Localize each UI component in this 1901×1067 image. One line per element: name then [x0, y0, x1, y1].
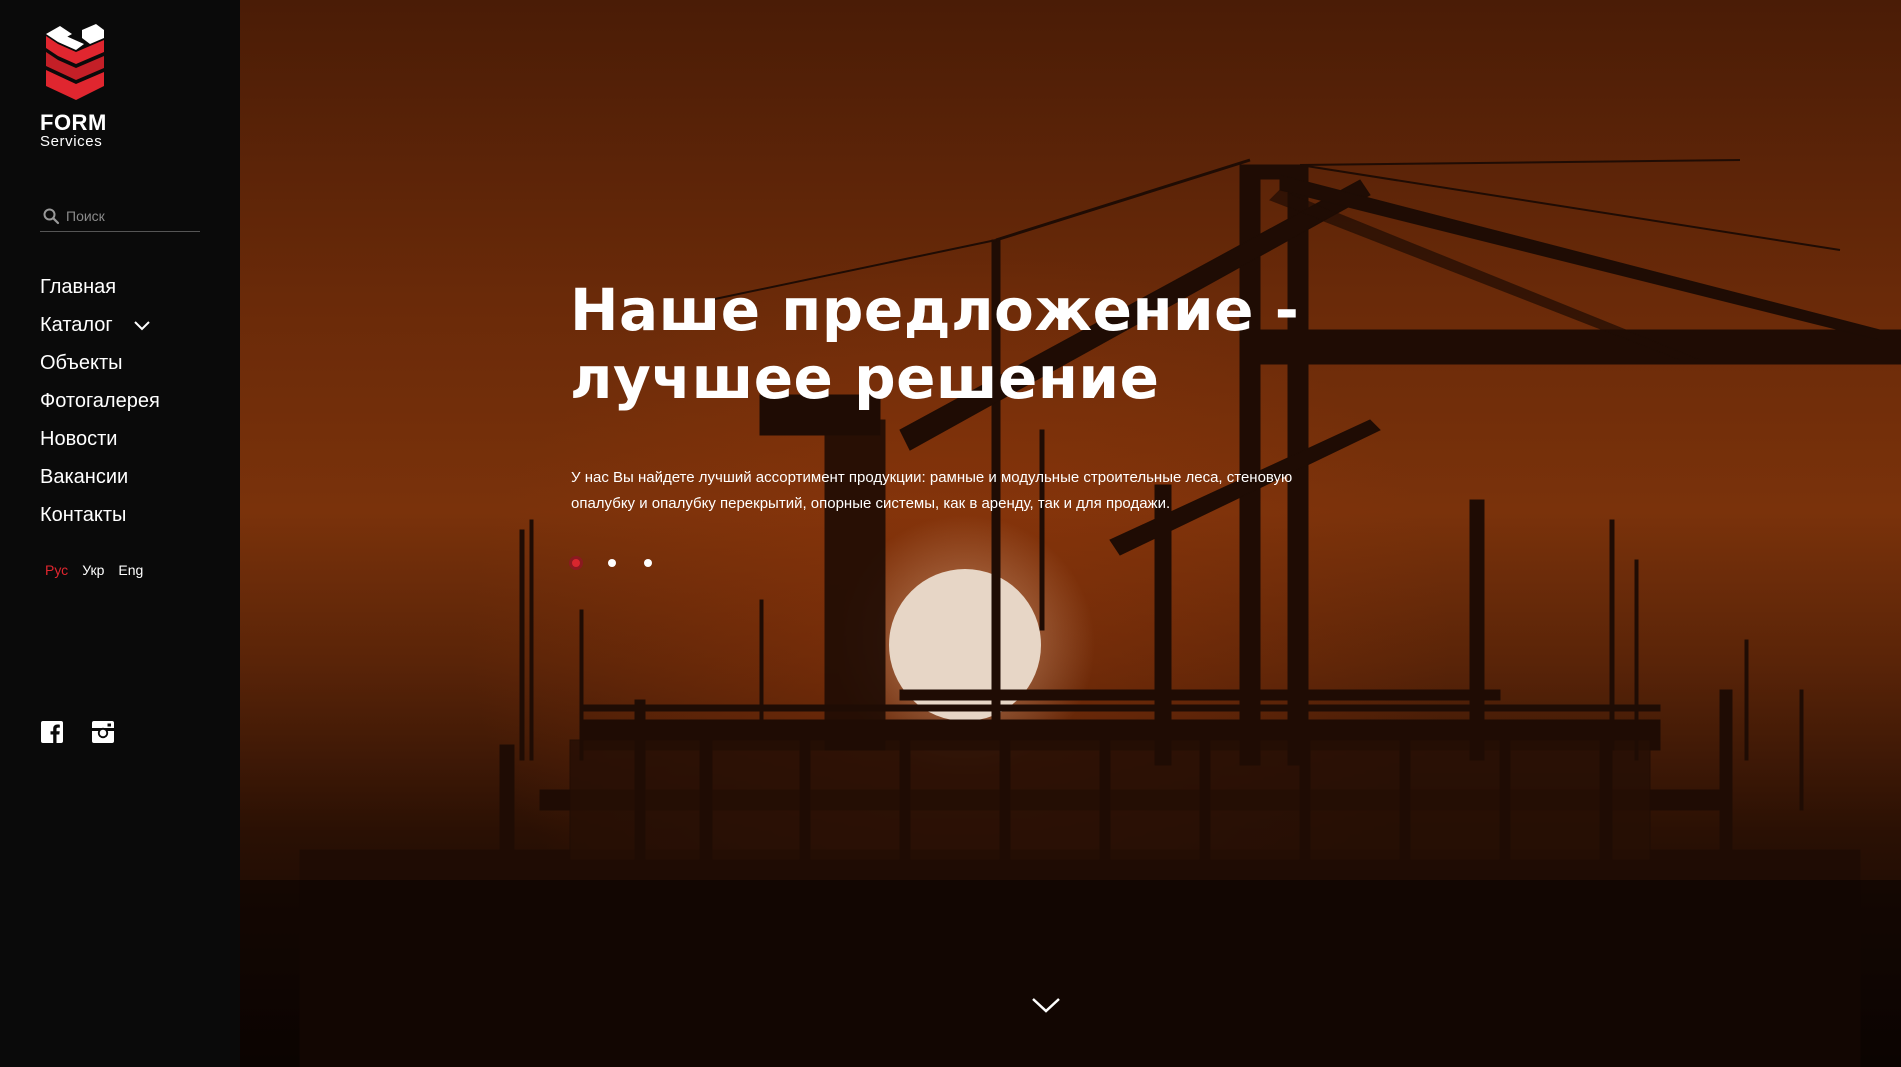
- nav-item-label: Фотогалерея: [40, 390, 160, 412]
- hero-title: Наше предложение - лучшее решение: [570, 276, 1370, 412]
- hero-description-line-1: У нас Вы найдете лучший ассортимент прод…: [571, 469, 1293, 486]
- logo-subtitle: Services: [40, 133, 103, 150]
- nav-item-vacancies[interactable]: Вакансии: [40, 458, 160, 496]
- logo[interactable]: FORM Services: [40, 24, 110, 149]
- facebook-icon[interactable]: [40, 720, 64, 744]
- lang-uk[interactable]: Укр: [82, 562, 104, 578]
- slider-pagination: [569, 556, 652, 570]
- lang-ru[interactable]: Рус: [45, 562, 68, 578]
- hero-title-line-2: лучшее решение: [570, 344, 1160, 412]
- nav-item-label: Контакты: [40, 504, 127, 526]
- nav-item-contacts[interactable]: Контакты: [40, 496, 160, 534]
- lang-en[interactable]: Eng: [118, 562, 143, 578]
- main-nav: Главная Каталог Объекты Фотогалерея Ново…: [40, 268, 160, 534]
- sidebar: FORM Services Главная Каталог Объекты Фо…: [0, 0, 240, 1067]
- hero-slider: Наше предложение - лучшее решение У нас …: [240, 0, 1901, 1067]
- hero-title-line-1: Наше предложение -: [570, 276, 1300, 344]
- nav-item-label: Главная: [40, 276, 117, 298]
- hero-description: У нас Вы найдете лучший ассортимент прод…: [571, 465, 1371, 517]
- hero-background-image: [240, 158, 1901, 1067]
- search-input[interactable]: [66, 207, 196, 224]
- instagram-icon[interactable]: [91, 720, 115, 744]
- hero-description-line-2: опалубку и опалубку перекрытий, опорные …: [571, 495, 1171, 512]
- nav-item-label: Объекты: [40, 352, 123, 374]
- search-box[interactable]: [40, 200, 200, 232]
- nav-item-objects[interactable]: Объекты: [40, 344, 160, 382]
- slider-dot-1[interactable]: [569, 556, 583, 570]
- scroll-down-chevron-icon[interactable]: [1030, 995, 1062, 1015]
- search-icon[interactable]: [42, 207, 60, 225]
- nav-item-label: Вакансии: [40, 466, 129, 488]
- chevron-down-icon[interactable]: [133, 316, 151, 334]
- slider-dot-2[interactable]: [608, 559, 616, 567]
- nav-item-news[interactable]: Новости: [40, 420, 160, 458]
- logo-title: FORM: [40, 110, 107, 135]
- social-links: [40, 720, 115, 744]
- language-switcher: Рус Укр Eng: [45, 562, 143, 578]
- nav-item-home[interactable]: Главная: [40, 268, 160, 306]
- nav-item-gallery[interactable]: Фотогалерея: [40, 382, 160, 420]
- logo-mark-icon: [46, 24, 104, 100]
- nav-item-label: Новости: [40, 428, 118, 450]
- nav-item-label: Каталог: [40, 314, 113, 336]
- slider-dot-3[interactable]: [644, 559, 652, 567]
- nav-item-catalog[interactable]: Каталог: [40, 306, 160, 344]
